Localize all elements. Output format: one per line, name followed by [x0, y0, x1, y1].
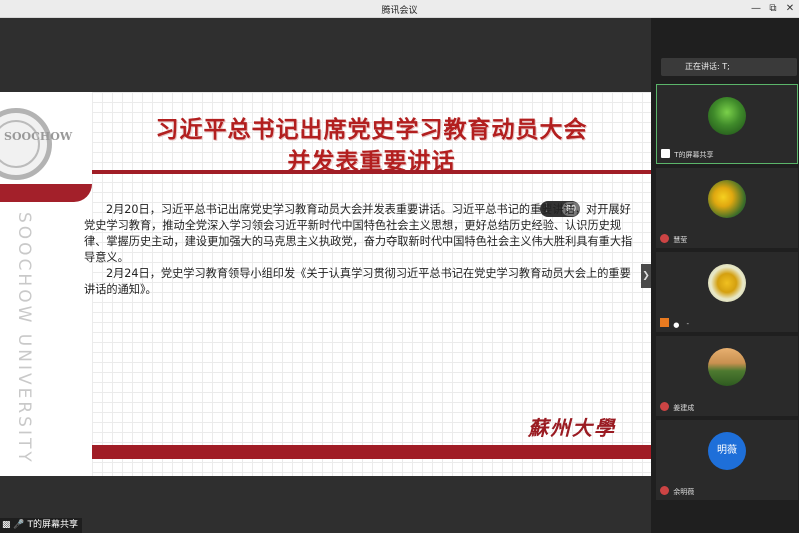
participant-tile[interactable]: 姜建成 [656, 336, 798, 416]
body-paragraph-2: 2月24日，党史学习教育领导小组印发《关于认真学习贯彻习近平总书记在党史学习教育… [84, 267, 631, 296]
green-sprout-avatar [708, 97, 746, 135]
slide-left-panel: SOOCHOW SOOCHOW UNIVERSITY [0, 92, 92, 476]
mic-muted-icon [660, 486, 669, 495]
participant-tile[interactable]: ● - [656, 252, 798, 332]
mic-icon: 🎤 [13, 520, 25, 530]
slide-body: 2月20日，习近平总书记出席党史学习教育动员大会并发表重要讲话。习近平总书记的重… [84, 202, 636, 298]
green-hills-avatar [708, 348, 746, 386]
mic-muted-icon [660, 234, 669, 243]
participant-tile[interactable]: 慧莹 [656, 168, 798, 248]
slide-bottom-bar [92, 445, 651, 459]
slide-title-line1: 习近平总书记出席党史学习教育动员大会 [155, 116, 588, 143]
mic-muted-icon [660, 402, 669, 411]
minimize-button[interactable]: — [748, 1, 764, 17]
logo-text: SOOCHOW [4, 130, 73, 143]
participant-name: T的屏幕共享 [674, 151, 714, 159]
window-title: 腾讯会议 [381, 6, 418, 16]
title-bar: 腾讯会议 — ⧉ ✕ [0, 0, 799, 18]
maximize-button[interactable]: ⧉ [765, 1, 781, 17]
text-avatar: 明薇 [708, 432, 746, 470]
body-paragraph-1: 2月20日，习近平总书记出席党史学习教育动员大会并发表重要讲话。习近平总书记的重… [84, 203, 633, 264]
avatar-initials: 明薇 [717, 445, 737, 456]
red-swoosh-decoration [0, 184, 92, 202]
speaking-label: 正在讲话: T; [685, 62, 730, 71]
close-button[interactable]: ✕ [782, 1, 798, 17]
participant-tile[interactable]: 明薇 余明薇 [656, 420, 798, 500]
university-vertical-text: SOOCHOW UNIVERSITY [14, 212, 34, 465]
speaking-indicator: 正在讲话: T; [661, 58, 797, 76]
mic-icon: ● [673, 321, 680, 329]
shared-slide: SOOCHOW SOOCHOW UNIVERSITY 习近平总书记出席党史学习教… [0, 92, 651, 476]
participant-tile[interactable]: T的屏幕共享 [656, 84, 798, 164]
participant-name: - [686, 320, 689, 328]
university-calligraphy: 蘇州大學 [528, 416, 616, 440]
sunflower-avatar [708, 264, 746, 302]
user-icon [660, 318, 669, 327]
screen-share-badge: ▩ 🎤 T的屏幕共享 [0, 518, 82, 533]
screen-share-icon: ▩ [2, 520, 11, 530]
yellow-flowers-avatar [708, 180, 746, 218]
share-badge-label: T的屏幕共享 [27, 520, 78, 530]
shared-screen-area: SOOCHOW SOOCHOW UNIVERSITY 习近平总书记出席党史学习教… [0, 18, 651, 533]
collapse-panel-button[interactable]: ❯ [641, 264, 651, 288]
participant-name: 慧莹 [673, 236, 688, 244]
participant-panel: 正在讲话: T; T的屏幕共享 慧莹 ● - 姜建成 明薇 余明薇 [651, 18, 799, 533]
title-underline [92, 170, 651, 174]
participant-name: 姜建成 [673, 404, 695, 412]
participant-name: 余明薇 [673, 488, 695, 496]
screen-share-icon [661, 149, 670, 158]
